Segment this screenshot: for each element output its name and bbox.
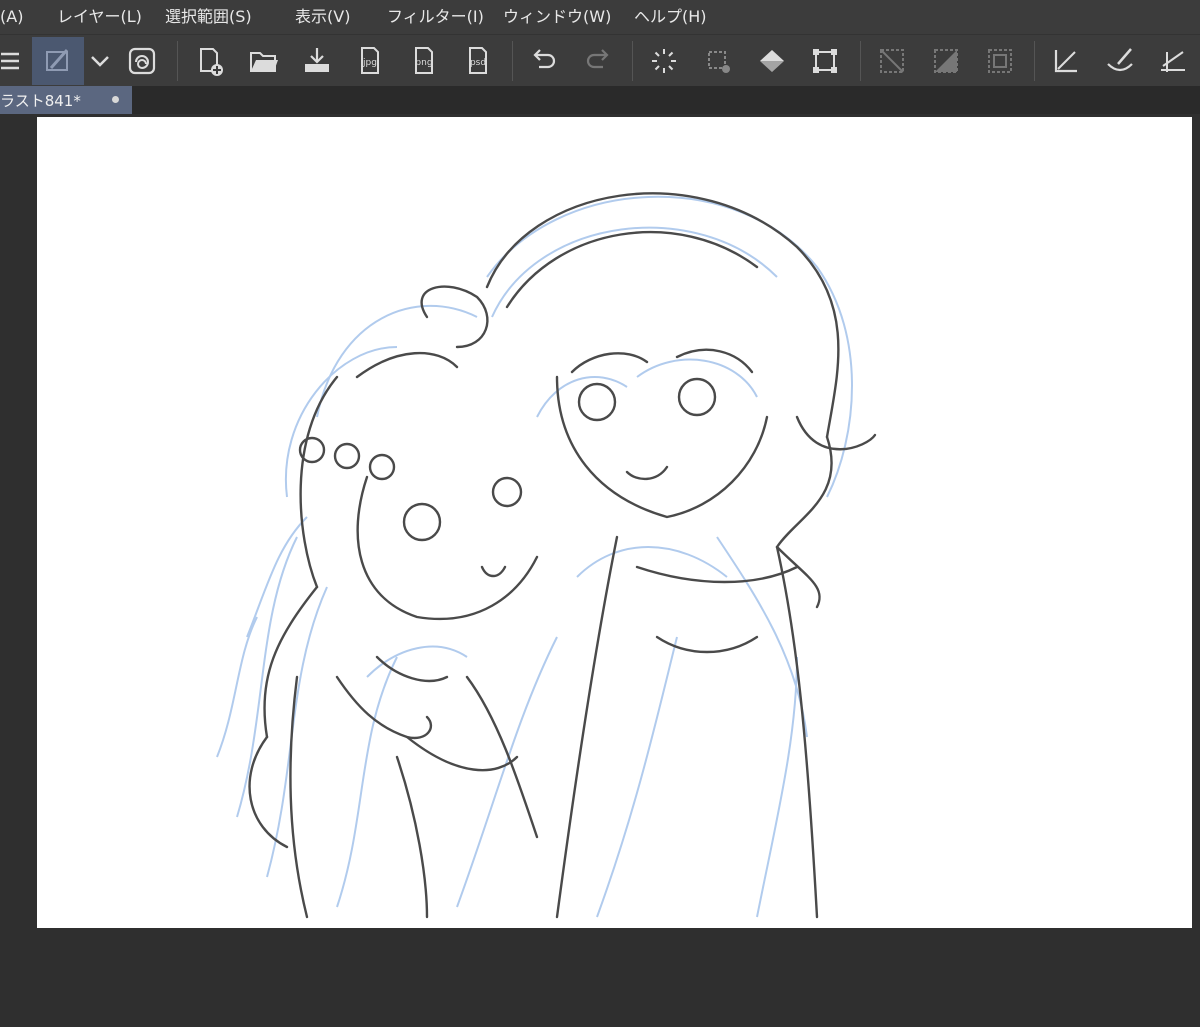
menu-item-layer[interactable]: レイヤー(L): [57, 0, 142, 34]
document-tab-title: ラスト841*: [0, 92, 81, 110]
toolbar-divider: [860, 41, 861, 81]
export-jpg-icon[interactable]: jpg: [346, 37, 394, 85]
clip-studio-icon[interactable]: [118, 37, 166, 85]
menu-item-a[interactable]: (A): [0, 0, 23, 34]
menu-item-selection[interactable]: 選択範囲(S): [165, 0, 252, 34]
png-label: png: [415, 58, 432, 68]
toolbar-divider: [632, 41, 633, 81]
invert-selection-icon[interactable]: [922, 37, 970, 85]
undo-icon[interactable]: [520, 37, 568, 85]
selection-border-icon[interactable]: [976, 37, 1024, 85]
export-png-icon[interactable]: png: [400, 37, 448, 85]
toolbar-divider: [177, 41, 178, 81]
perspective-ruler-icon[interactable]: [1148, 37, 1196, 85]
pen-curve-icon[interactable]: [1096, 37, 1144, 85]
toolbar-divider: [512, 41, 513, 81]
spinner-icon[interactable]: [640, 37, 688, 85]
fill-icon[interactable]: [748, 37, 796, 85]
workspace: [0, 114, 1200, 1027]
psd-label: psd: [470, 58, 486, 68]
jpg-label: jpg: [362, 58, 377, 68]
redo-icon[interactable]: [574, 37, 622, 85]
drawing-canvas[interactable]: [37, 117, 1192, 928]
chevron-down-icon[interactable]: [78, 37, 122, 85]
export-psd-icon[interactable]: psd: [454, 37, 502, 85]
document-tab-bar: ラスト841*: [0, 86, 1200, 114]
unsaved-indicator-icon[interactable]: [112, 96, 119, 103]
open-folder-icon[interactable]: [240, 37, 288, 85]
menu-item-view[interactable]: 表示(V): [295, 0, 350, 34]
sketch-artwork: [216, 192, 877, 919]
menu-item-help[interactable]: ヘルプ(H): [634, 0, 707, 34]
deselect-icon[interactable]: [868, 37, 916, 85]
menu-bar: (A) レイヤー(L) 選択範囲(S) 表示(V) フィルター(I) ウィンドウ…: [0, 0, 1200, 34]
hamburger-icon[interactable]: [0, 37, 34, 85]
transform-icon[interactable]: [801, 37, 849, 85]
menu-item-filter[interactable]: フィルター(I): [387, 0, 484, 34]
selection-icon[interactable]: [694, 37, 742, 85]
save-icon[interactable]: [293, 37, 341, 85]
menu-item-window[interactable]: ウィンドウ(W): [503, 0, 611, 34]
toolbar-divider: [1034, 41, 1035, 81]
document-tab[interactable]: ラスト841*: [0, 86, 132, 114]
command-bar: jpg png psd: [0, 34, 1200, 87]
ruler-icon[interactable]: [1042, 37, 1090, 85]
brush-icon[interactable]: [32, 37, 84, 85]
new-file-icon[interactable]: [186, 37, 234, 85]
